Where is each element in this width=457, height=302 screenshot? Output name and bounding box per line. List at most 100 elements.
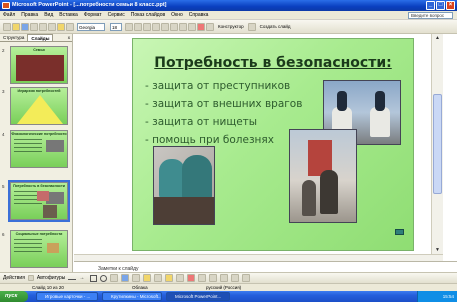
align-left-icon[interactable] bbox=[152, 22, 160, 31]
thumbnail-number: 4 bbox=[2, 132, 5, 137]
bullet-item: - защита от внешних врагов bbox=[145, 98, 303, 110]
clipart-icon[interactable] bbox=[143, 274, 152, 282]
thumbnail-photo bbox=[46, 140, 64, 152]
bullet-item: - защита от нищеты bbox=[145, 116, 258, 128]
open-icon[interactable] bbox=[12, 22, 20, 31]
slide-thumbnail[interactable]: Иерархия потребностей bbox=[10, 87, 68, 125]
new-icon[interactable] bbox=[3, 22, 11, 31]
help-question-input[interactable]: Введите вопрос bbox=[408, 12, 453, 19]
picture-icon[interactable] bbox=[154, 274, 163, 282]
textbox-icon[interactable] bbox=[110, 274, 119, 282]
fill-color-icon[interactable] bbox=[165, 274, 174, 282]
font-color-draw-icon[interactable] bbox=[187, 274, 196, 282]
slide-bullet-list[interactable]: - защита от преступников - защита от вне… bbox=[145, 77, 302, 149]
shadow-icon[interactable] bbox=[231, 274, 240, 282]
3d-icon[interactable] bbox=[242, 274, 251, 282]
cut-icon[interactable] bbox=[39, 22, 47, 31]
menu-bar: Файл Правка Вид Вставка Формат Сервис По… bbox=[0, 11, 457, 20]
tab-slides[interactable]: Слайды bbox=[27, 34, 54, 41]
thumbnail-title: Физиологические потребности bbox=[11, 132, 67, 136]
numbering-icon[interactable] bbox=[179, 22, 187, 31]
menu-file[interactable]: Файл bbox=[3, 12, 15, 18]
thumbnail-photo bbox=[37, 191, 49, 201]
horizontal-scrollbar[interactable] bbox=[74, 254, 443, 261]
tab-outline[interactable]: Структура bbox=[0, 34, 27, 41]
font-size-select[interactable]: 18 bbox=[110, 22, 122, 31]
thumbnail-title: Социальные потребности bbox=[15, 232, 63, 236]
konstruktor-button[interactable]: Конструктор bbox=[218, 23, 244, 31]
line-icon[interactable] bbox=[68, 276, 77, 280]
print-icon[interactable] bbox=[30, 22, 38, 31]
underline-icon[interactable] bbox=[143, 22, 151, 31]
minimize-button[interactable]: _ bbox=[426, 1, 435, 10]
new-slide-button[interactable]: Создать слайд bbox=[260, 23, 291, 31]
design-icon[interactable] bbox=[206, 22, 214, 31]
start-button[interactable]: пуск bbox=[0, 291, 28, 302]
slide-thumbnail[interactable]: Социальные потребности bbox=[10, 230, 68, 268]
taskbar-item[interactable]: Игровые карточки - ... bbox=[36, 292, 98, 301]
new-slide-icon[interactable] bbox=[247, 22, 256, 31]
window-title: Microsoft PowerPoint - [...потребности с… bbox=[12, 2, 167, 8]
menu-edit[interactable]: Правка bbox=[21, 12, 38, 18]
menu-slideshow[interactable]: Показ слайдов bbox=[131, 12, 165, 18]
line-style-icon[interactable] bbox=[198, 274, 207, 282]
menu-insert[interactable]: Вставка bbox=[59, 12, 78, 18]
menu-view[interactable]: Вид bbox=[44, 12, 53, 18]
close-button[interactable]: × bbox=[446, 1, 455, 10]
slide-title[interactable]: Потребность в безопасности: bbox=[133, 55, 413, 71]
current-slide[interactable]: Потребность в безопасности: - защита от … bbox=[132, 38, 414, 251]
autoshapes-menu[interactable]: Автофигуры bbox=[37, 275, 65, 281]
arrow-style-icon[interactable] bbox=[220, 274, 229, 282]
slide-thumbnail-selected[interactable]: Потребность в безопасности bbox=[8, 180, 70, 222]
wordart-icon[interactable] bbox=[121, 274, 130, 282]
thumbnail-title: Иерархия потребностей bbox=[17, 89, 61, 93]
vertical-scrollbar[interactable]: ▲ ▼ bbox=[431, 34, 443, 254]
scroll-up-icon[interactable]: ▲ bbox=[433, 34, 442, 42]
scroll-down-icon[interactable]: ▼ bbox=[433, 246, 442, 254]
actions-menu[interactable]: Действия bbox=[3, 275, 25, 281]
drawing-toolbar: Действия Автофигуры → bbox=[0, 272, 457, 283]
menu-format[interactable]: Формат bbox=[84, 12, 102, 18]
powerpoint-window: Microsoft PowerPoint - [...потребности с… bbox=[0, 0, 457, 302]
clock: 15:54 bbox=[442, 294, 454, 299]
diagram-icon[interactable] bbox=[132, 274, 141, 282]
menu-tools[interactable]: Сервис bbox=[108, 12, 125, 18]
taskbar-item-active[interactable]: Microsoft PowerPoint... bbox=[166, 292, 230, 301]
font-name-select[interactable]: Georgia bbox=[77, 22, 105, 31]
font-color-icon[interactable] bbox=[197, 22, 205, 31]
undo-icon[interactable] bbox=[66, 22, 74, 31]
close-panel-icon[interactable]: x bbox=[66, 34, 72, 41]
slide-thumbnail[interactable]: Физиологические потребности bbox=[10, 130, 68, 168]
save-icon[interactable] bbox=[21, 22, 29, 31]
align-center-icon[interactable] bbox=[161, 22, 169, 31]
thumbnail-photo bbox=[43, 205, 57, 218]
formatting-toolbar: Georgia 18 Конструктор Создать слайд bbox=[0, 20, 457, 34]
scroll-thumb[interactable] bbox=[433, 94, 442, 194]
slide-thumbnail[interactable]: Семья bbox=[10, 46, 68, 84]
menu-help[interactable]: Справка bbox=[189, 12, 209, 18]
dash-style-icon[interactable] bbox=[209, 274, 218, 282]
taskbar-item[interactable]: Крутилкины - Microsoft... bbox=[102, 292, 162, 301]
arrow-icon[interactable]: → bbox=[79, 275, 87, 282]
copy-icon[interactable] bbox=[48, 22, 56, 31]
bold-icon[interactable] bbox=[125, 22, 133, 31]
maximize-button[interactable]: □ bbox=[436, 1, 445, 10]
surgeons-photo[interactable] bbox=[153, 146, 215, 225]
menu-window[interactable]: Окно bbox=[171, 12, 183, 18]
rectangle-icon[interactable] bbox=[90, 274, 98, 282]
elderly-couple-photo[interactable] bbox=[289, 129, 357, 223]
oval-icon[interactable] bbox=[100, 274, 108, 282]
align-right-icon[interactable] bbox=[170, 22, 178, 31]
person-shape bbox=[320, 170, 338, 214]
title-bar: Microsoft PowerPoint - [...потребности с… bbox=[0, 0, 457, 11]
thumbnail-photo bbox=[47, 243, 59, 253]
powerpoint-app-icon bbox=[2, 2, 10, 9]
next-slide-action-button[interactable] bbox=[395, 229, 404, 235]
select-icon[interactable] bbox=[27, 275, 34, 281]
italic-icon[interactable] bbox=[134, 22, 142, 31]
paste-icon[interactable] bbox=[57, 22, 65, 31]
rider-shape bbox=[337, 91, 347, 111]
thumbnail-title: Потребность в безопасности bbox=[13, 184, 65, 188]
bullets-icon[interactable] bbox=[188, 22, 196, 31]
line-color-icon[interactable] bbox=[176, 274, 185, 282]
